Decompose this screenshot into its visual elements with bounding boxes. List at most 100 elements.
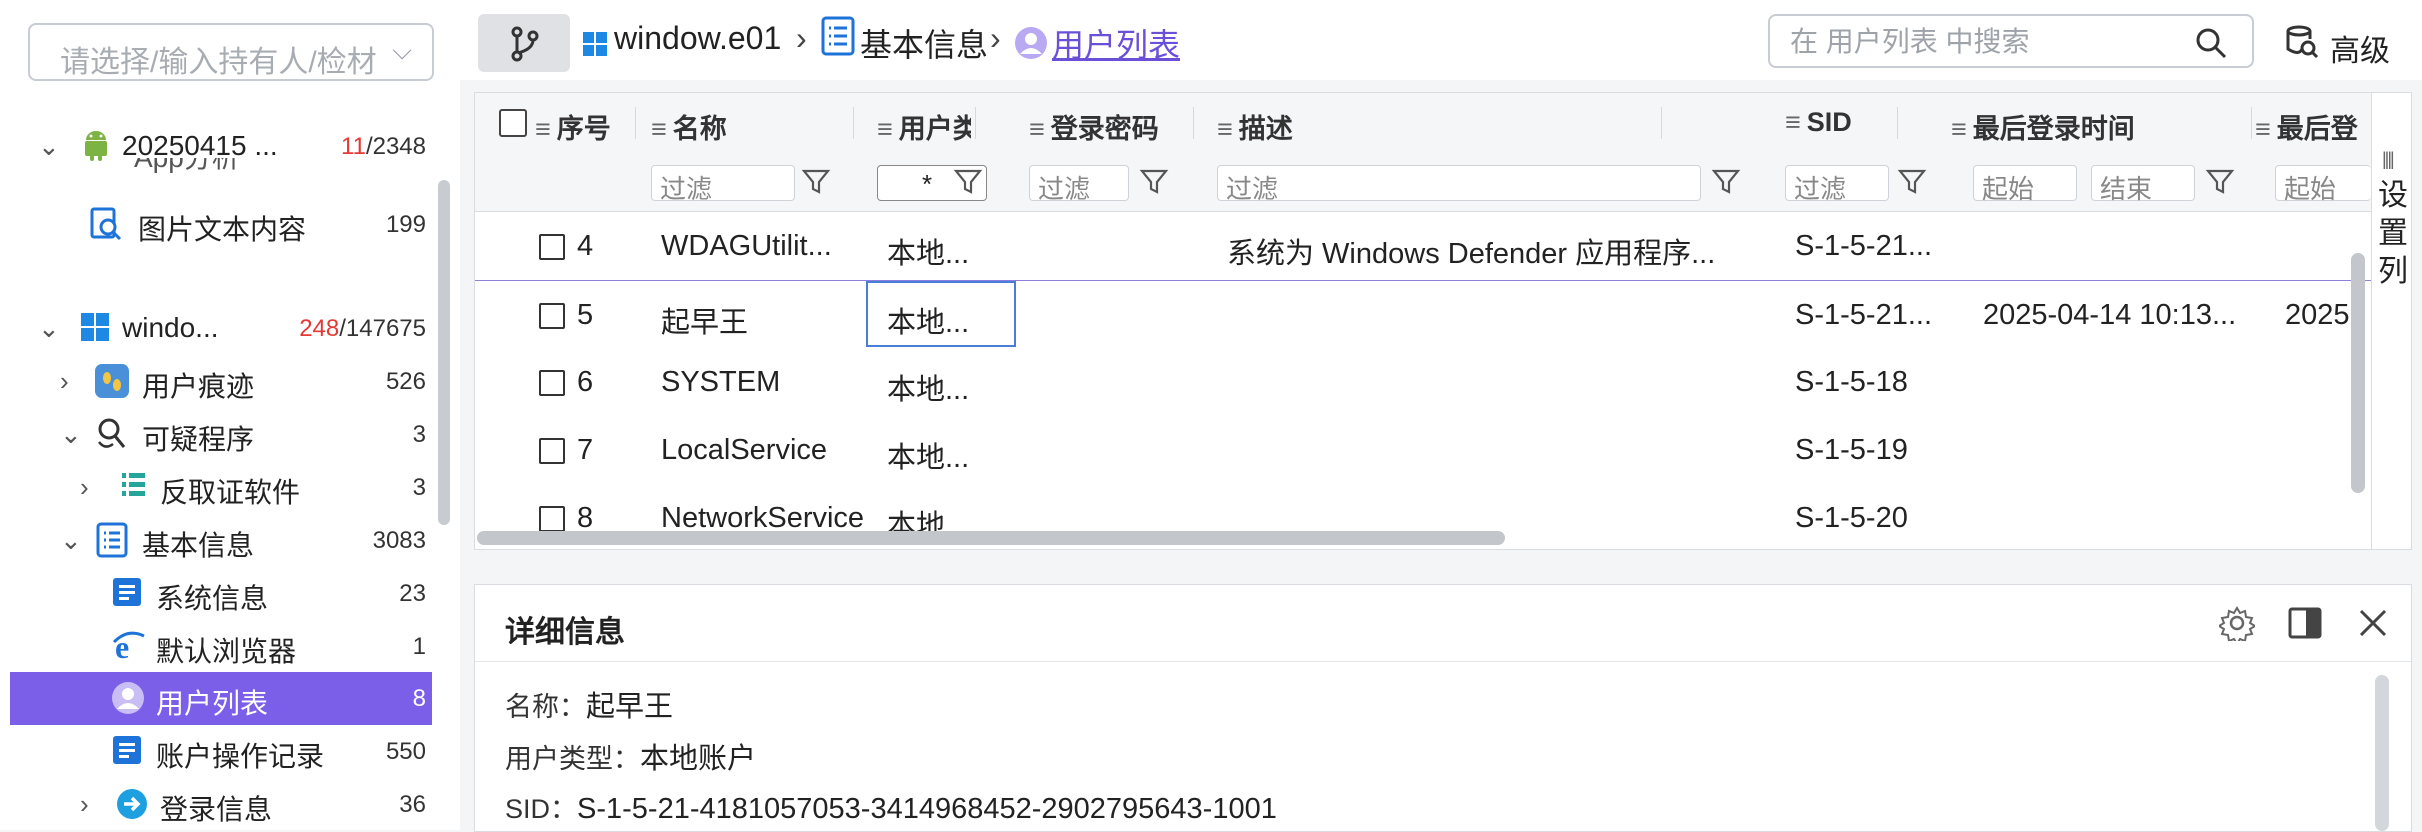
cell-index: 8 — [577, 502, 594, 531]
chevron-right-icon[interactable]: › — [80, 474, 89, 500]
filter-input-end[interactable]: 结束 — [2091, 165, 2195, 204]
tree-item-user-traces[interactable]: › 用户痕迹 526 — [10, 355, 432, 408]
row-checkbox[interactable] — [539, 370, 565, 396]
column-header-name[interactable]: ≡ 名称 — [651, 107, 727, 146]
tree-item-label: 默认浏览器 — [156, 636, 297, 667]
column-header-description[interactable]: ≡ 描述 — [1217, 107, 1293, 146]
cell-name: NetworkService — [661, 502, 865, 531]
column-separator[interactable] — [1897, 107, 1898, 139]
column-separator[interactable] — [1661, 107, 1662, 139]
source-select[interactable]: 请选择/输入持有人/检材 ⌵ — [28, 23, 434, 81]
column-header-last-login[interactable]: ≡ 最后登录时间 — [1951, 107, 2135, 146]
tree-item-label: windo... — [122, 312, 219, 343]
cell-name: 起早王 — [661, 307, 749, 339]
tree-item-app-analysis[interactable]: App分析 — [10, 158, 432, 178]
row-checkbox[interactable] — [539, 303, 565, 329]
filter-input-password[interactable]: 过滤 — [1029, 165, 1129, 204]
chevron-down-icon[interactable]: ⌄ — [60, 421, 82, 447]
details-scrollbar[interactable] — [2375, 675, 2389, 831]
search-icon[interactable] — [2194, 26, 2228, 60]
info-card-icon — [110, 733, 146, 769]
chevron-right-icon[interactable]: › — [80, 791, 89, 817]
column-separator[interactable] — [635, 107, 636, 139]
filter-input-start-2[interactable]: 起始 — [2275, 165, 2371, 204]
breadcrumb-current[interactable]: 用户列表 — [1052, 20, 1180, 66]
magnifier-icon — [94, 416, 130, 452]
detail-field-sid: SID：S-1-5-21-4181057053-3414968452-29027… — [505, 793, 1277, 825]
tree-item-login-info[interactable]: › 登录信息 36 — [10, 778, 432, 830]
vertical-scrollbar[interactable] — [2351, 253, 2365, 493]
chevron-down-icon[interactable]: ⌄ — [38, 133, 60, 159]
cell-user-type: 本地... — [887, 510, 970, 531]
filter-icon[interactable] — [801, 167, 831, 197]
table-row[interactable]: 7 LocalService 本地... S-1-5-19 — [475, 416, 2371, 485]
horizontal-scrollbar[interactable] — [477, 531, 1505, 545]
tree-item-label: 反取证软件 — [160, 477, 301, 508]
filter-icon[interactable] — [1711, 167, 1741, 197]
tree-item-suspicious-programs[interactable]: ⌄ 可疑程序 3 — [10, 408, 432, 461]
filter-input-description[interactable]: 过滤 — [1217, 165, 1701, 204]
info-card-icon — [110, 575, 146, 611]
tree-item-count: 36 — [399, 791, 426, 818]
table-row-selected[interactable]: 5 起早王 本地... S-1-5-21... 2025-04-14 10:13… — [475, 280, 2371, 350]
select-all-checkbox[interactable] — [499, 109, 527, 137]
column-header-last-login-2[interactable]: ≡ 最后登 — [2255, 107, 2358, 146]
chevron-down-icon[interactable]: ⌄ — [38, 315, 60, 341]
filter-input-start[interactable]: 起始 — [1973, 165, 2077, 204]
user-icon — [110, 680, 146, 716]
table-row[interactable]: 8 NetworkService 本地... S-1-5-20 — [475, 484, 2371, 531]
column-separator[interactable] — [2251, 107, 2252, 139]
row-checkbox[interactable] — [539, 234, 565, 260]
filter-icon[interactable] — [953, 167, 983, 197]
cell-user-type: 本地... — [887, 374, 970, 406]
breadcrumb-category[interactable]: 基本信息 — [860, 20, 988, 66]
chevron-down-icon: ⌵ — [392, 35, 412, 65]
tree-item-image-text[interactable]: 图片文本内容 199 — [10, 198, 432, 251]
column-settings-button[interactable]: |||| 设置列 — [2371, 93, 2411, 549]
tree-item-account-ops[interactable]: 账户操作记录 550 — [10, 725, 432, 778]
chevron-down-icon[interactable]: ⌄ — [60, 527, 82, 553]
search-box[interactable] — [1768, 14, 2254, 68]
table-row[interactable]: 4 WDAGUtilit... 本地... 系统为 Windows Defend… — [475, 212, 2371, 281]
filter-input-sid[interactable]: 过滤 — [1785, 165, 1889, 204]
column-separator[interactable] — [975, 107, 976, 139]
split-panel-icon[interactable] — [2287, 605, 2323, 641]
tree-item-label: 基本信息 — [142, 530, 255, 561]
cell-user-type: 本地... — [887, 442, 970, 474]
cell-last-login-2: 2025 — [2285, 299, 2350, 331]
tree-item-user-list[interactable]: 用户列表 8 — [10, 672, 432, 725]
column-header-user-type[interactable]: ≡用户类型 — [877, 107, 971, 146]
close-icon[interactable] — [2357, 607, 2389, 639]
column-separator[interactable] — [853, 107, 854, 139]
tree-item-basic-info[interactable]: ⌄ 基本信息 3083 — [10, 514, 432, 567]
sidebar-scrollbar[interactable] — [438, 180, 450, 525]
tree-item-system-info[interactable]: 系统信息 23 — [10, 567, 432, 620]
column-header-index[interactable]: ≡ 序号 — [535, 107, 611, 146]
branch-icon — [511, 26, 539, 62]
cell-index: 5 — [577, 299, 594, 331]
tree-item-evidence-windows[interactable]: ⌄ windo... 248/147675 — [10, 302, 432, 355]
document-list-icon — [94, 522, 130, 558]
column-header-sid[interactable]: ≡ SID — [1785, 107, 1852, 138]
table-row[interactable]: 6 SYSTEM 本地... S-1-5-18 — [475, 348, 2371, 417]
row-checkbox[interactable] — [539, 506, 565, 531]
advanced-search-button[interactable]: 高级 — [2284, 22, 2404, 68]
tree-item-count: 3 — [412, 421, 426, 448]
filter-icon[interactable] — [1139, 167, 1169, 197]
tree-item-label: 系统信息 — [156, 583, 269, 614]
tree-item-label: 用户列表 — [156, 688, 269, 719]
column-header-password[interactable]: ≡ 登录密码 — [1029, 107, 1159, 146]
chevron-right-icon[interactable]: › — [60, 368, 69, 394]
row-checkbox[interactable] — [539, 438, 565, 464]
column-separator[interactable] — [1193, 107, 1194, 139]
grip-icon: |||| — [2382, 149, 2395, 169]
filter-icon[interactable] — [2205, 167, 2235, 197]
breadcrumb-device[interactable]: window.e01 — [614, 20, 781, 57]
search-input[interactable] — [1788, 24, 2172, 60]
branch-button[interactable] — [478, 14, 570, 72]
gear-icon[interactable] — [2219, 605, 2255, 641]
filter-input-name[interactable]: 过滤 — [651, 165, 795, 204]
filter-icon[interactable] — [1897, 167, 1927, 197]
tree-item-anti-forensics[interactable]: › 反取证软件 3 — [10, 461, 432, 514]
tree-item-default-browser[interactable]: e 默认浏览器 1 — [10, 620, 432, 673]
